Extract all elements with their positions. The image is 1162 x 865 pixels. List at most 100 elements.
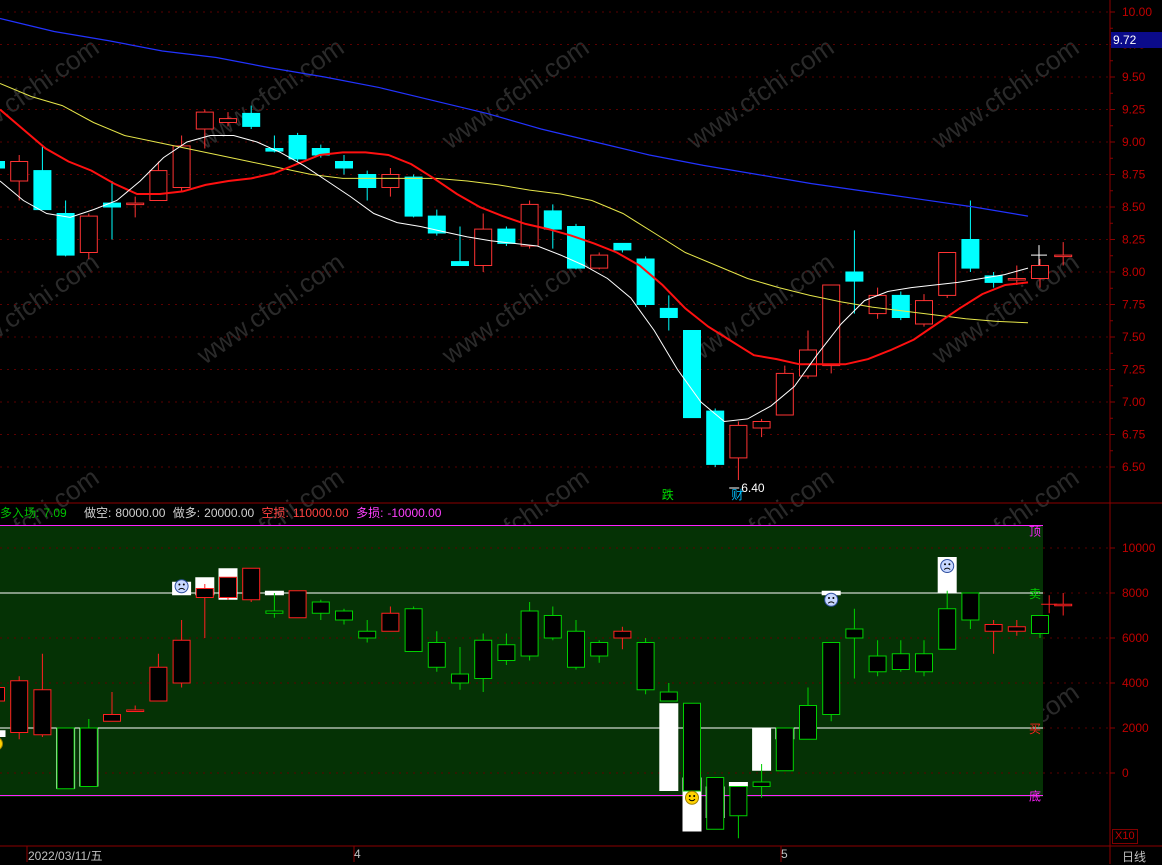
price-candle-body — [1031, 265, 1049, 279]
indicator-candle-body — [381, 612, 400, 632]
indicator-candle-body — [1031, 615, 1049, 634]
price-candle-body — [33, 170, 52, 211]
price-candle-body — [938, 252, 957, 296]
watermark-text: www.cfchi.com — [190, 247, 349, 371]
indicator-candle-body — [126, 709, 145, 712]
short-value: 80000.00 — [115, 506, 166, 520]
low-annotation-label: 6.40 — [741, 481, 765, 495]
indicator-candle-body — [891, 653, 910, 670]
price-candle-body — [590, 254, 609, 269]
price-candle-body — [404, 176, 423, 217]
lower-tick-label: 4000 — [1122, 676, 1149, 690]
lower-tick-label: 8000 — [1122, 586, 1149, 600]
indicator-candle-body — [311, 601, 330, 614]
price-candle-body — [845, 271, 864, 282]
indicator-candle-body — [172, 639, 191, 684]
indicator-info-bar: 多入场: 7.09 做空: 80000.00 做多: 20000.00 空损: 1100… — [0, 504, 445, 520]
price-candle-body — [543, 210, 562, 230]
indicator-candle-body — [265, 610, 284, 614]
indicator-candle-body — [706, 777, 725, 830]
sad-face-icon — [940, 559, 955, 573]
indicator-candle-body — [219, 576, 237, 598]
price-candle-body — [659, 307, 678, 318]
watermark-text: www.cfchi.com — [0, 247, 104, 371]
marker-finance: 财 — [731, 488, 743, 502]
indicator-candle-body — [822, 642, 841, 715]
indicator-candle-body — [915, 653, 933, 673]
long-entry-value: 7.09 — [43, 506, 67, 520]
scale-badge: X10 — [1112, 829, 1138, 844]
period-label[interactable]: 日线 — [1122, 848, 1146, 865]
price-candle-body — [172, 145, 191, 188]
price-candle-body — [915, 300, 933, 325]
price-candle-body — [195, 111, 214, 130]
indicator-candle-body — [659, 691, 678, 702]
indicator-candle-body — [636, 642, 655, 691]
indicator-candle-body — [33, 689, 52, 736]
indicator-candle-body — [358, 630, 377, 639]
indicator-candle-body — [961, 592, 980, 621]
price-candle-body — [729, 424, 748, 459]
price-candle-body — [219, 118, 237, 123]
marker-drop: 跌 — [662, 487, 674, 502]
happy-face-icon — [685, 790, 699, 805]
price-candle-body — [497, 228, 516, 244]
signal-bar — [659, 703, 679, 791]
chart-canvas[interactable]: www.cfchi.com www.cfchi.com www.cfchi.com w… — [0, 0, 1162, 864]
date-month-4-label: 4 — [354, 847, 361, 861]
watermark-text: www.cfchi.com — [190, 32, 349, 156]
date-month-5-label: 5 — [781, 847, 788, 861]
watermark-text: www.cfchi.com — [435, 32, 594, 156]
price-candle-body — [10, 161, 29, 182]
date-start-label: 2022/03/11/五 — [28, 849, 103, 863]
indicator-candle-body — [799, 705, 817, 740]
level-label-buy: 买 — [1029, 722, 1041, 736]
lower-tick-label: 10000 — [1122, 541, 1156, 555]
watermark-text: www.cfchi.com — [925, 32, 1084, 156]
indicator-candle-body — [1007, 626, 1026, 632]
price-candle-body — [149, 170, 168, 202]
indicator-candle-body — [543, 615, 562, 639]
upper-tick-label: 9.50 — [1122, 70, 1146, 84]
lower-tick-label: 0 — [1122, 766, 1129, 780]
upper-tick-label: 6.50 — [1122, 460, 1146, 474]
level-label-bottom: 底 — [1029, 789, 1041, 804]
watermark-text: www.cfchi.com — [680, 32, 839, 156]
price-candle-body — [56, 213, 75, 256]
upper-tick-label: 8.50 — [1122, 200, 1146, 214]
upper-tick-label: 9.00 — [1122, 135, 1146, 149]
price-candle-body — [335, 161, 353, 169]
indicator-candle-body — [520, 610, 539, 657]
long-label: 做多: — [172, 506, 201, 520]
indicator-candle-body — [0, 687, 5, 702]
short-loss-label: 空损: — [261, 506, 289, 520]
long-loss-value: -10000.00 — [387, 506, 442, 520]
indicator-candle-body — [335, 610, 353, 621]
price-candle-body — [381, 174, 400, 188]
indicator-candle-body — [474, 639, 493, 679]
indicator-candle-body — [567, 630, 585, 668]
indicator-candle-body — [149, 666, 168, 702]
indicator-candle-body — [451, 673, 469, 684]
indicator-candle-body — [613, 630, 632, 639]
price-candle-body — [451, 261, 469, 267]
indicator-candle-body — [288, 590, 307, 619]
indicator-candle-body — [103, 714, 121, 722]
indicator-candle-body — [845, 628, 864, 639]
upper-tick-label: 7.00 — [1122, 395, 1146, 409]
price-candle-body — [799, 349, 817, 377]
indicator-candle-body — [984, 624, 1003, 632]
level-label-sell: 卖 — [1029, 587, 1041, 601]
price-candle-body — [961, 239, 980, 269]
indicator-candle-body — [195, 588, 214, 598]
indicator-candle-body — [404, 608, 423, 652]
indicator-candle-body — [938, 608, 957, 650]
indicator-candle-body — [79, 727, 98, 787]
price-candle-body — [242, 112, 261, 127]
signal-bar — [0, 730, 6, 737]
price-candle-body — [1007, 278, 1026, 281]
watermark-text: www.cfchi.com — [0, 32, 104, 156]
indicator-candle-body — [729, 786, 748, 817]
upper-tick-label: 6.75 — [1122, 428, 1146, 442]
price-candle-body — [891, 294, 910, 318]
